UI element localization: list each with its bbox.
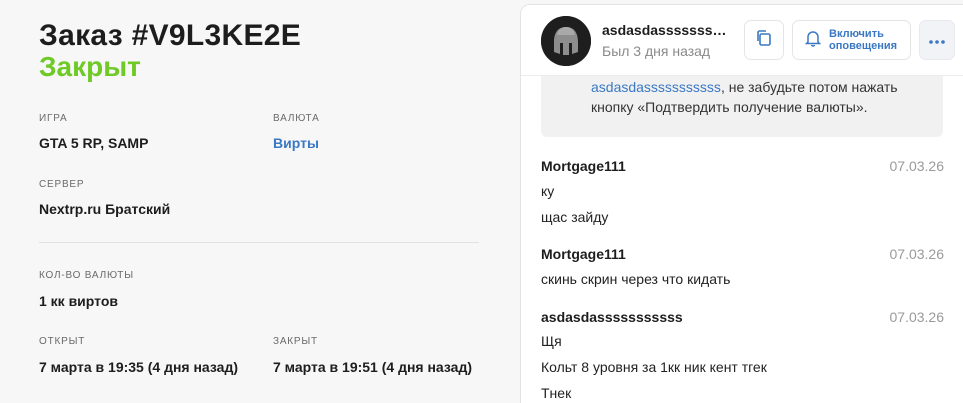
message-author[interactable]: Mortgage111 [541,158,626,174]
system-user-link[interactable]: asdasdasssssssssss [591,79,721,95]
server-value: Nextrp.ru Братский [39,201,171,217]
message-text: скинь скрин через что кидать [541,271,731,287]
bell-icon [804,29,822,52]
order-status: Закрыт [39,51,141,82]
system-text-part1: , не забудьте потом нажать [720,79,898,95]
opened-value: 7 марта в 19:35 (4 дня назад) [39,359,238,375]
notifications-label-line1: Включить [829,28,884,40]
server-label: СЕРВЕР [39,179,85,190]
game-label: ИГРА [39,113,68,124]
system-text-part2: кнопку «Подтвердить получение валюты». [591,99,868,115]
message-date: 07.03.26 [889,246,945,262]
system-message-text: asdasdasssssssssss, не забудьте потом на… [591,77,931,117]
copy-button[interactable] [744,20,784,60]
game-value: GTA 5 RP, SAMP [39,135,149,151]
spartan-helmet-avatar[interactable] [541,16,591,66]
amount-value: 1 кк виртов [39,293,118,309]
more-dots-icon [929,31,945,49]
message-date: 07.03.26 [889,158,945,174]
last-seen: Был 3 дня назад [602,43,711,59]
message-date: 07.03.26 [889,309,945,325]
message-author[interactable]: Mortgage111 [541,246,626,262]
order-title: Заказ #V9L3KE2E [39,19,302,52]
closed-label: ЗАКРЫТ [273,336,318,347]
message-text: Кольт 8 уровня за 1кк ник кент тгек [541,359,767,375]
chat-panel: asdasdasssssssssss, не забудьте потом на… [520,4,963,403]
message-text: ку [541,183,555,199]
message-text: Щя [541,333,562,349]
more-button[interactable] [919,20,955,60]
notifications-label: Включить оповещения [829,28,897,52]
chat-username[interactable]: asdasdasssssssssss [602,22,734,38]
notifications-label-line2: оповещения [829,40,898,52]
chat-header: asdasdasssssssssss Был 3 дня назад Включ… [521,5,963,76]
closed-value: 7 марта в 19:51 (4 дня назад) [273,359,472,375]
message-text: щас зайду [541,209,609,225]
amount-label: КОЛ-ВО ВАЛЮТЫ [39,270,134,281]
currency-link[interactable]: Вирты [273,135,319,151]
opened-label: ОТКРЫТ [39,336,86,347]
order-details-panel: Заказ #V9L3KE2E Закрыт ИГРА GTA 5 RP, SA… [0,0,520,402]
notifications-button[interactable]: Включить оповещения [792,20,911,60]
message-author[interactable]: asdasdasssssssssss [541,309,683,325]
divider [39,242,479,243]
copy-icon [755,29,773,52]
currency-label: ВАЛЮТА [273,113,320,124]
message-text: Тнек [541,385,572,401]
